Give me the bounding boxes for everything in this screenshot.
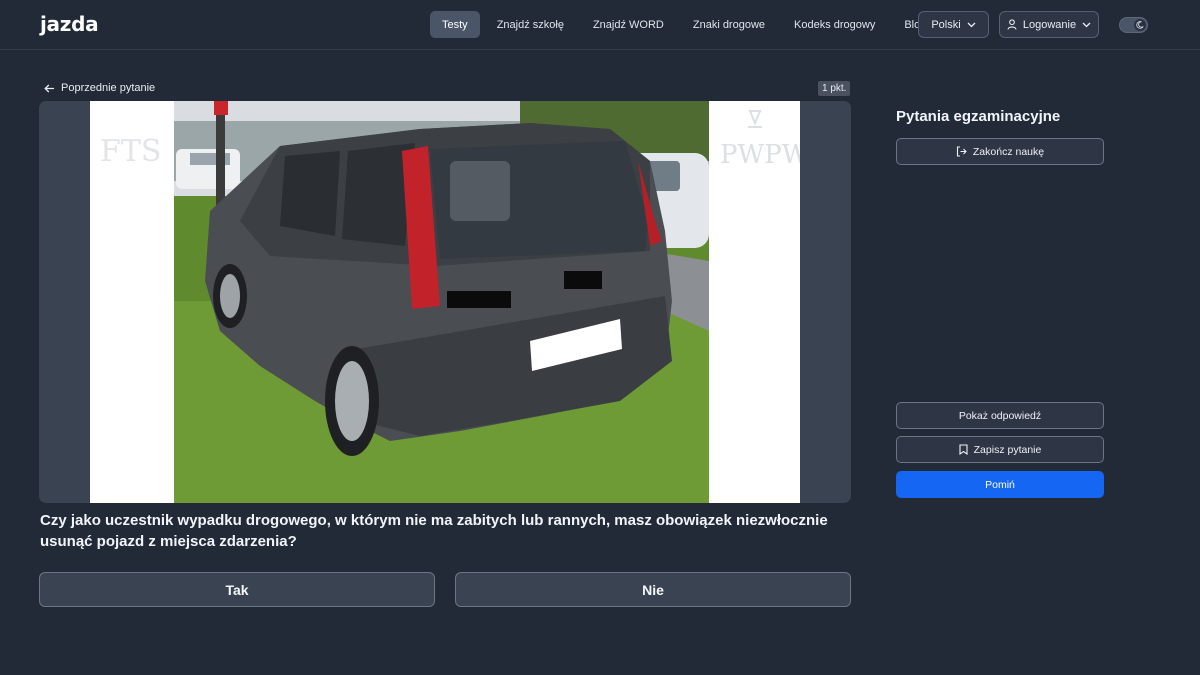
login-button[interactable]: Logowanie [999,11,1099,38]
nav-item-znajdz-szkole[interactable]: Znajdź szkołę [485,11,576,38]
nav-item-kodeks-drogowy[interactable]: Kodeks drogowy [782,11,887,38]
question-image: FTS PWPW [90,101,800,503]
skip-button[interactable]: Pomiń [896,471,1104,498]
answer-nie-button[interactable]: Nie [455,572,851,607]
svg-text:FTS: FTS [100,134,161,169]
end-learning-button[interactable]: Zakończ naukę [896,138,1104,165]
nav-item-testy[interactable]: Testy [430,11,480,38]
show-answer-label: Pokaż odpowiedź [958,409,1042,422]
skip-label: Pomiń [985,478,1015,491]
login-label: Logowanie [1022,18,1077,31]
top-header: jazda Testy Znajdź szkołę Znajdź WORD Zn… [0,0,1200,50]
answer-tak-button[interactable]: Tak [39,572,435,607]
chevron-down-icon [1082,22,1091,28]
end-learning-label: Zakończ naukę [972,145,1045,158]
save-question-button[interactable]: Zapisz pytanie [896,436,1104,463]
language-label: Polski [931,18,961,31]
question-image-frame: FTS PWPW [39,101,851,503]
logo[interactable]: jazda [40,10,99,38]
moon-icon [1134,19,1146,31]
question-text: Czy jako uczestnik wypadku drogowego, w … [40,512,828,550]
previous-question-label: Poprzednie pytanie [61,82,156,94]
points-badge: 1 pkt. [818,81,851,96]
bookmark-icon [959,444,968,455]
theme-toggle[interactable] [1119,17,1148,33]
main-nav: Testy Znajdź szkołę Znajdź WORD Znaki dr… [430,11,943,38]
nav-item-znaki-drogowe[interactable]: Znaki drogowe [681,11,777,38]
arrow-left-icon [44,84,55,93]
logout-icon [956,146,967,157]
previous-question-link[interactable]: Poprzednie pytanie [44,80,155,96]
language-select[interactable]: Polski [918,11,989,38]
nav-item-znajdz-word[interactable]: Znajdź WORD [581,11,676,38]
save-question-label: Zapisz pytanie [973,443,1042,456]
watermark-text: PWPW [720,140,800,170]
chevron-down-icon [967,22,976,28]
show-answer-button[interactable]: Pokaż odpowiedź [896,402,1104,429]
sidebar-title: Pytania egzaminacyjne [896,108,1061,125]
logo-text: jazda [40,12,99,36]
user-icon [1007,19,1017,30]
